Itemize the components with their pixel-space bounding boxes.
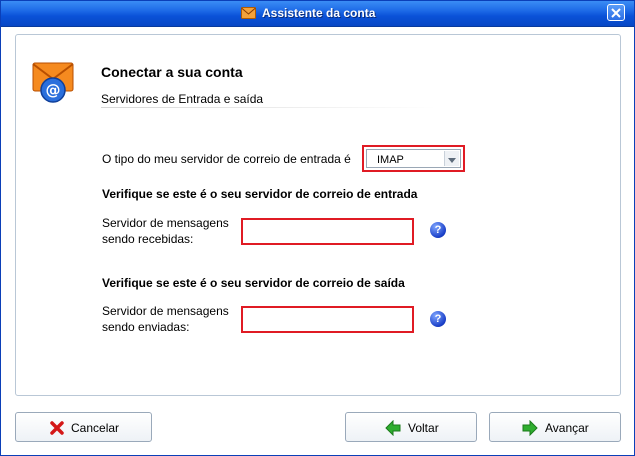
mail-at-icon: @	[32, 62, 74, 103]
close-button[interactable]	[607, 4, 625, 21]
incoming-help-icon[interactable]: ?	[430, 222, 446, 238]
red-x-icon	[50, 421, 64, 435]
back-button-label: Voltar	[408, 421, 439, 435]
outgoing-server-label-line1: Servidor de mensagens	[102, 304, 229, 318]
server-type-value: IMAP	[377, 154, 404, 166]
outgoing-server-heading: Verifique se este é o seu servidor de co…	[102, 276, 405, 290]
window-title: Assistente da conta	[262, 6, 376, 20]
incoming-server-label-line1: Servidor de mensagens	[102, 216, 229, 230]
content-panel	[15, 34, 621, 396]
outgoing-server-label-line2: sendo enviadas:	[102, 320, 190, 334]
svg-text:@: @	[46, 81, 61, 99]
incoming-server-label-line2: sendo recebidas:	[102, 232, 194, 246]
incoming-server-input[interactable]	[241, 218, 414, 245]
account-assistant-window: Assistente da conta @ Conectar a sua con…	[0, 0, 635, 456]
outgoing-help-icon[interactable]: ?	[430, 311, 446, 327]
page-title: Conectar a sua conta	[101, 64, 243, 80]
close-icon	[611, 8, 621, 18]
green-left-arrow-icon	[385, 420, 401, 436]
envelope-icon	[241, 7, 256, 19]
server-type-select[interactable]: IMAP	[362, 145, 465, 172]
subtitle-divider	[101, 107, 437, 108]
dropdown-arrow[interactable]	[444, 151, 459, 166]
title-bar[interactable]: Assistente da conta	[1, 1, 634, 27]
back-button[interactable]: Voltar	[345, 412, 477, 442]
green-right-arrow-icon	[522, 420, 538, 436]
next-button[interactable]: Avançar	[489, 412, 621, 442]
page-subtitle: Servidores de Entrada e saída	[101, 92, 264, 106]
cancel-button-label: Cancelar	[71, 421, 120, 435]
server-type-label: O tipo do meu servidor de correio de ent…	[102, 152, 351, 166]
outgoing-server-input[interactable]	[241, 306, 414, 333]
incoming-server-heading: Verifique se este é o seu servidor de co…	[102, 187, 418, 201]
cancel-button[interactable]: Cancelar	[15, 412, 152, 442]
chevron-down-icon	[448, 158, 456, 163]
next-button-label: Avançar	[545, 421, 589, 435]
